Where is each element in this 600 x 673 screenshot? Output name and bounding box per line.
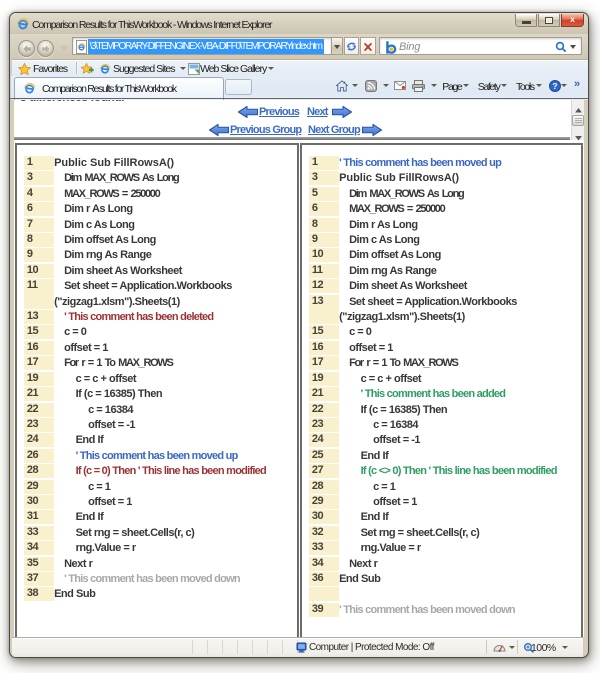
svg-text:?: ? [552, 81, 557, 91]
